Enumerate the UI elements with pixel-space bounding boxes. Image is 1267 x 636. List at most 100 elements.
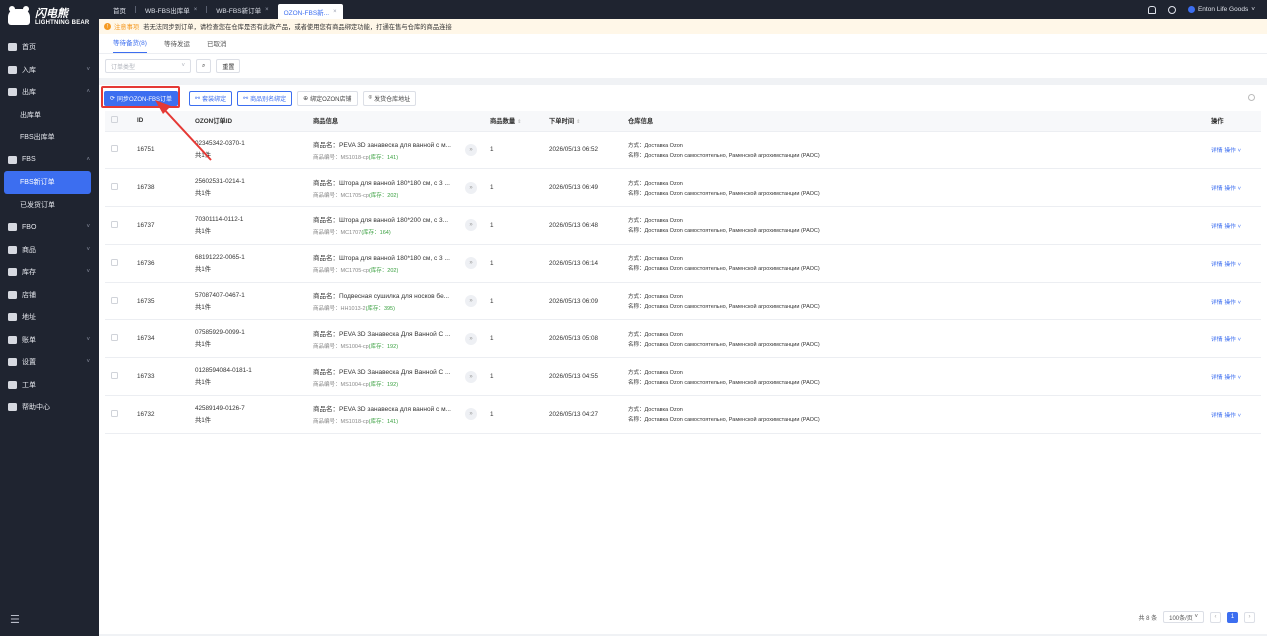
expand-icon[interactable]: » (465, 257, 477, 270)
tab-cancelled[interactable]: 已取消 (207, 38, 227, 53)
row-checkbox[interactable] (111, 409, 118, 417)
stock-prefix: (库存： (368, 419, 387, 426)
expand-icon[interactable]: » (465, 219, 477, 232)
product-code: 商品编号：HH1013-2(库存：395) (313, 304, 459, 312)
detail-link[interactable]: 详情 (1211, 262, 1223, 268)
page-size-select[interactable]: 100条/页 ˅ (1163, 611, 1204, 623)
reset-button[interactable]: 重置 (216, 59, 241, 73)
delivery-method-value: Доставка Ozon (644, 294, 683, 301)
close-icon[interactable]: × (265, 7, 269, 13)
product-name-value: Штора для ванной 180*180 см, с 3 ... (339, 255, 450, 263)
sidebar-item[interactable]: 首页 (0, 36, 99, 59)
sidebar-item[interactable]: 入库 ˅ (0, 59, 99, 82)
sidebar-item[interactable]: FBS出库单 (0, 126, 99, 149)
col-qty[interactable]: 商品数量 ⇕ (484, 111, 543, 132)
page-tab[interactable]: WB-FBS出库单 × (139, 2, 203, 17)
page-tab[interactable]: WB-FBS新订单 × (210, 2, 274, 17)
delivery-method-prefix: 方式： (628, 180, 645, 187)
product-code-prefix: 商品编号： (313, 192, 341, 199)
row-checkbox[interactable] (111, 296, 118, 304)
sidebar-item[interactable]: 店铺 (0, 284, 99, 307)
detail-link[interactable]: 详情 (1211, 148, 1223, 154)
bell-icon[interactable] (1147, 5, 1156, 14)
detail-link[interactable]: 详情 (1211, 413, 1223, 419)
expand-icon[interactable]: » (465, 408, 477, 421)
bind-ozon-shop-button[interactable]: ⊕ 绑定OZON店铺 (297, 90, 358, 106)
detail-link[interactable]: 详情 (1211, 224, 1223, 230)
sidebar-item[interactable]: 库存 ˅ (0, 261, 99, 284)
search-button[interactable]: ⌕ (196, 59, 212, 73)
sidebar-item[interactable]: FBO ˅ (0, 216, 99, 239)
sidebar-item[interactable]: 地址 (0, 306, 99, 329)
operation-dropdown[interactable]: 操作 ˅ (1224, 337, 1241, 343)
row-checkbox[interactable] (111, 258, 118, 266)
expand-icon[interactable]: » (465, 332, 477, 345)
row-checkbox[interactable] (111, 220, 118, 228)
brand-logo[interactable]: 闪电熊 LIGHTNING BEAR (0, 0, 99, 34)
expand-icon[interactable]: » (465, 181, 477, 194)
sidebar-item-label: 帮助中心 (22, 404, 50, 412)
tab-awaiting-packaging[interactable]: 等待备货(8) (113, 37, 147, 53)
set-bind-button[interactable]: ⚯ 套装绑定 (189, 90, 233, 106)
page-tab[interactable]: 首页 (107, 2, 132, 17)
sidebar-item[interactable]: FBS ˄ (0, 149, 99, 172)
sidebar-item[interactable]: 已发货订单 (0, 194, 99, 217)
tab-awaiting-shipment[interactable]: 等待发运 (164, 38, 190, 53)
operation-dropdown[interactable]: 操作 ˅ (1224, 262, 1241, 268)
row-id: 16737 (131, 206, 189, 245)
plus-circle-icon: ⊕ (303, 95, 309, 102)
ozon-order-id: 42589149-0126-7 (195, 404, 245, 412)
sidebar-item[interactable]: 工单 (0, 374, 99, 397)
page-tab[interactable]: OZON-FBS新... × (277, 4, 343, 19)
row-checkbox[interactable] (111, 334, 118, 342)
next-page-button[interactable]: › (1244, 611, 1255, 623)
order-time: 2026/05/13 04:55 (543, 357, 622, 397)
operation-dropdown[interactable]: 操作 ˅ (1224, 300, 1241, 306)
link-icon: ⚯ (243, 95, 249, 102)
settings-icon (8, 358, 17, 367)
operation-dropdown[interactable]: 操作 ˅ (1224, 186, 1241, 192)
alias-bind-button[interactable]: ⚯ 商品别名绑定 (237, 90, 293, 106)
row-checkbox[interactable] (111, 145, 118, 153)
operation-dropdown[interactable]: 操作 ˅ (1224, 148, 1241, 154)
ozon-order-id: 07585929-0099-1 (195, 329, 245, 337)
close-icon[interactable]: × (194, 7, 198, 13)
product-code-prefix: 商品编号： (313, 154, 341, 161)
menu-toggle-icon[interactable]: ☰ (10, 613, 20, 626)
close-icon[interactable]: × (333, 9, 337, 15)
refresh-icon[interactable] (1248, 94, 1255, 101)
alias-bind-label: 商品别名绑定 (250, 96, 287, 103)
expand-icon[interactable]: » (465, 295, 477, 308)
product-name: 商品名：PEVA 3D Занавеска Для Ванной С ... (313, 328, 459, 338)
chevron-icon: ˅ (86, 269, 90, 276)
col-time[interactable]: 下单时间 ⇕ (543, 111, 622, 132)
row-checkbox[interactable] (111, 183, 118, 191)
sidebar-item[interactable]: 帮助中心 (0, 396, 99, 419)
prev-page-button[interactable]: ‹ (1210, 611, 1221, 623)
user-menu[interactable]: Enton Life Goods ˅ (1187, 6, 1255, 13)
sidebar-item[interactable]: 账单 ˅ (0, 329, 99, 352)
row-checkbox[interactable] (111, 372, 118, 380)
expand-icon[interactable]: » (465, 143, 477, 156)
order-type-select[interactable]: 订单类型 ˅ (105, 59, 191, 73)
operation-dropdown[interactable]: 操作 ˅ (1224, 224, 1241, 230)
product-code: 商品编号：MC1705-cp(库存：202) (313, 191, 459, 199)
operation-dropdown[interactable]: 操作 ˅ (1224, 413, 1241, 419)
expand-icon[interactable]: » (465, 370, 477, 383)
detail-link[interactable]: 详情 (1211, 300, 1223, 306)
detail-link[interactable]: 详情 (1211, 186, 1223, 192)
sidebar-item[interactable]: FBS新订单 (4, 171, 91, 194)
delivery-method-value: Доставка Ozon (644, 256, 683, 263)
ship-address-button[interactable]: ⌾ 发货仓库地址 (362, 90, 417, 106)
detail-link[interactable]: 详情 (1211, 337, 1223, 343)
operation-dropdown[interactable]: 操作 ˅ (1224, 375, 1241, 381)
sidebar-item[interactable]: 商品 ˅ (0, 239, 99, 262)
select-all-checkbox[interactable] (111, 116, 118, 124)
sidebar-item[interactable]: 出库 ˄ (0, 81, 99, 104)
sidebar-item[interactable]: 出库单 (0, 104, 99, 127)
sidebar-item[interactable]: 设置 ˅ (0, 351, 99, 374)
detail-link[interactable]: 详情 (1211, 375, 1223, 381)
help-circle-icon[interactable] (1167, 5, 1176, 14)
page-1-button[interactable]: 1 (1227, 611, 1238, 623)
product-name: 商品名：Штора для ванной 180*180 см, с 3 ... (313, 177, 459, 187)
